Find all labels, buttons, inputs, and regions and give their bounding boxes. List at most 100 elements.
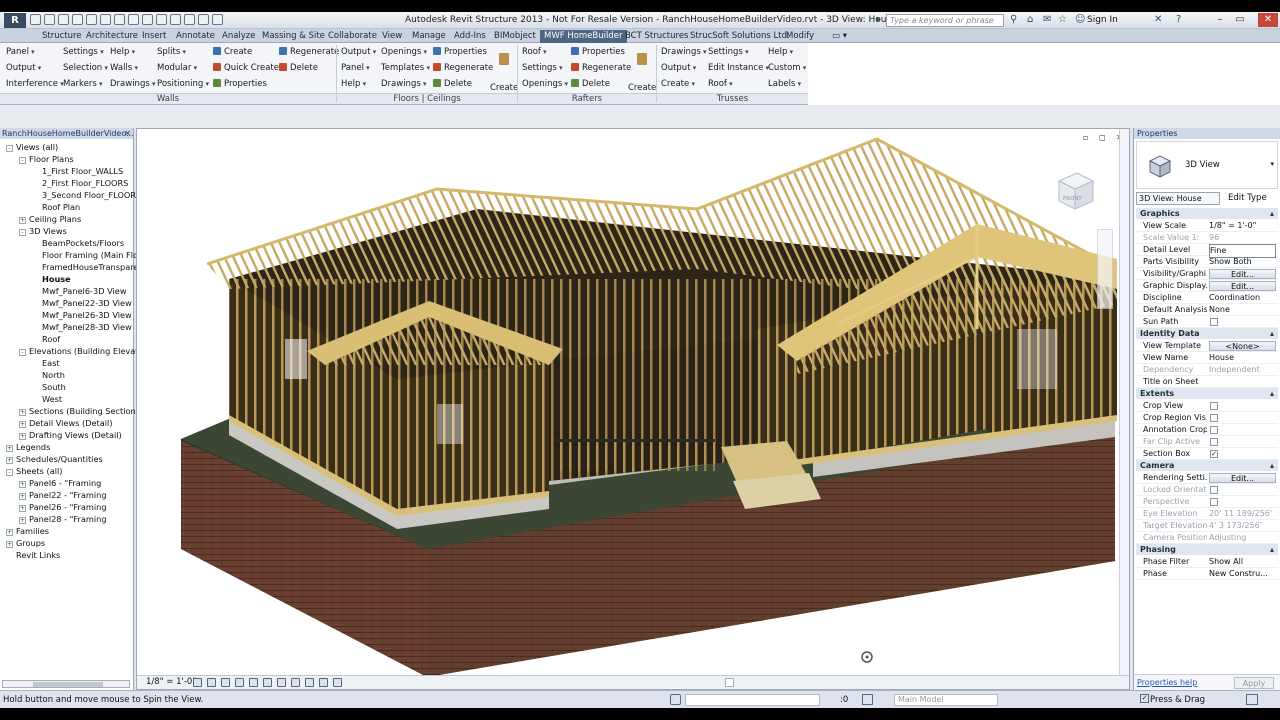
tab-bimobject[interactable]: BIMobject xyxy=(490,30,540,43)
viewport-vertical-scrollbar[interactable] xyxy=(1119,129,1129,677)
collapse-icon[interactable]: - xyxy=(6,145,13,152)
ribbon-item-templates[interactable]: Templates xyxy=(381,63,430,73)
lock-3d-view-icon[interactable] xyxy=(291,678,300,687)
text-icon[interactable] xyxy=(142,14,153,25)
create-button[interactable]: Create xyxy=(490,53,518,93)
ribbon-item-properties[interactable]: Properties xyxy=(571,47,625,57)
ribbon-item-regenerate[interactable]: Regenerate xyxy=(433,63,493,73)
browser-node[interactable]: - Sheets (all) xyxy=(6,465,63,477)
ribbon-item-interference[interactable]: Interference xyxy=(6,79,64,89)
analytical-model-icon[interactable] xyxy=(333,678,342,687)
ribbon-item-openings[interactable]: Openings xyxy=(381,47,427,57)
binoculars-icon[interactable]: ⚲ xyxy=(1010,14,1017,25)
help-icon[interactable]: ? xyxy=(1176,14,1181,25)
ribbon-item-edit-instance[interactable]: Edit Instance xyxy=(708,63,769,73)
tab-bct-structures[interactable]: BCT Structures xyxy=(621,30,692,43)
print-icon[interactable] xyxy=(100,14,111,25)
ribbon-item-labels[interactable]: Labels xyxy=(768,79,801,89)
instance-filter-select[interactable]: 3D View: House xyxy=(1136,192,1220,205)
sign-in-link[interactable]: Sign In xyxy=(1087,15,1118,25)
property-value[interactable]: Show Both xyxy=(1209,256,1276,268)
browser-node[interactable]: + Panel28 - "Framing xyxy=(19,513,107,525)
ribbon-item-settings[interactable]: Settings xyxy=(522,63,563,73)
collapse-icon[interactable]: - xyxy=(19,229,26,236)
expand-icon[interactable]: + xyxy=(6,445,13,452)
close-button[interactable]: ✕ xyxy=(1258,13,1278,27)
tab-modify[interactable]: Modify xyxy=(782,30,818,43)
ribbon-item-settings[interactable]: Settings xyxy=(63,47,104,57)
property-value[interactable]: None xyxy=(1209,304,1276,316)
property-group-header[interactable]: Graphics xyxy=(1136,208,1278,219)
ribbon-item-roof[interactable]: Roof xyxy=(522,47,547,57)
ribbon-item-delete[interactable]: Delete xyxy=(279,63,318,73)
browser-node[interactable]: - Floor Plans xyxy=(19,153,74,165)
property-edit-button[interactable]: Edit... xyxy=(1209,473,1276,483)
expand-icon[interactable]: + xyxy=(19,409,26,416)
minimize-button[interactable]: – xyxy=(1212,13,1228,27)
browser-node[interactable]: 3_Second Floor_FLOOR xyxy=(42,189,136,201)
ribbon-item-regenerate[interactable]: Regenerate xyxy=(279,47,339,57)
browser-node[interactable]: Mwf_Panel22-3D View xyxy=(42,297,132,309)
communication-icon[interactable]: ✉ xyxy=(1043,14,1051,25)
save-icon[interactable] xyxy=(44,14,55,25)
ribbon-item-settings[interactable]: Settings xyxy=(708,47,749,57)
default-3d-view-icon[interactable] xyxy=(156,14,167,25)
worksets-icon[interactable] xyxy=(670,694,681,705)
house-framing-model[interactable] xyxy=(137,129,1130,677)
type-selector[interactable]: 3D View ▾ xyxy=(1136,141,1278,189)
ribbon-item-panel[interactable]: Panel xyxy=(341,63,370,73)
ribbon-item-delete[interactable]: Delete xyxy=(571,79,610,89)
tab-structure[interactable]: Structure xyxy=(38,30,86,43)
workset-select[interactable] xyxy=(685,694,820,706)
ribbon-item-help[interactable]: Help xyxy=(341,79,366,89)
rendering-icon[interactable] xyxy=(249,678,258,687)
expand-icon[interactable]: + xyxy=(19,481,26,488)
browser-node[interactable]: Floor Framing (Main Flc xyxy=(42,249,138,261)
ribbon-item-regenerate[interactable]: Regenerate xyxy=(571,63,631,73)
section-icon[interactable] xyxy=(170,14,181,25)
ribbon-item-output[interactable]: Output xyxy=(661,63,696,73)
property-value[interactable]: 1/8" = 1'-0" xyxy=(1209,220,1276,232)
property-edit-button[interactable]: <None> xyxy=(1209,341,1276,351)
close-hidden-windows-icon[interactable] xyxy=(198,14,209,25)
sync-icon[interactable] xyxy=(58,14,69,25)
visual-style-icon[interactable] xyxy=(207,678,216,687)
thin-lines-icon[interactable] xyxy=(184,14,195,25)
browser-node[interactable]: Revit Links xyxy=(16,549,60,561)
expand-icon[interactable]: + xyxy=(6,529,13,536)
property-value[interactable]: New Constru... xyxy=(1209,568,1276,580)
ribbon-item-properties[interactable]: Properties xyxy=(213,79,267,89)
browser-node[interactable]: + Panel6 - "Framing xyxy=(19,477,101,489)
ribbon-item-splits[interactable]: Splits xyxy=(157,47,186,57)
scrollbar-thumb[interactable] xyxy=(33,682,103,687)
detail-level-icon[interactable] xyxy=(193,678,202,687)
subscription-icon[interactable]: ⌂ xyxy=(1027,14,1033,25)
property-value[interactable]: Show All xyxy=(1209,556,1276,568)
property-value[interactable]: House xyxy=(1209,352,1276,364)
ribbon-item-selection[interactable]: Selection xyxy=(63,63,108,73)
exchange-apps-icon[interactable]: ✕ xyxy=(1154,14,1162,25)
ribbon-item-roof[interactable]: Roof xyxy=(708,79,733,89)
property-value[interactable]: Coordination xyxy=(1209,292,1276,304)
browser-node[interactable]: East xyxy=(42,357,60,369)
temporary-hide-icon[interactable] xyxy=(305,678,314,687)
ribbon-item-output[interactable]: Output xyxy=(6,63,41,73)
browser-node[interactable]: 2_First Floor_FLOORS xyxy=(42,177,128,189)
browser-node[interactable]: + Panel26 - "Framing xyxy=(19,501,107,513)
expand-icon[interactable]: + xyxy=(19,433,26,440)
browser-node[interactable]: Roof Plan xyxy=(42,201,80,213)
tab-view[interactable]: View xyxy=(378,30,406,43)
ribbon-item-markers[interactable]: Markers xyxy=(63,79,103,89)
design-option-select[interactable]: Main Model xyxy=(894,694,998,706)
property-group-header[interactable]: Phasing xyxy=(1136,544,1278,555)
dimension-icon[interactable] xyxy=(128,14,139,25)
tab-collaborate[interactable]: Collaborate xyxy=(324,30,381,43)
browser-node[interactable]: Mwf_Panel6-3D View xyxy=(42,285,127,297)
apply-button[interactable]: Apply xyxy=(1234,677,1274,689)
property-checkbox[interactable] xyxy=(1210,426,1218,434)
close-icon[interactable]: ✕ xyxy=(124,128,131,139)
3d-viewport[interactable]: ▫ ◻ ✕ FRONT 1/8" = 1'-0" xyxy=(136,128,1130,690)
horizontal-scroll-thumb[interactable] xyxy=(725,678,734,687)
redo-icon[interactable] xyxy=(86,14,97,25)
ribbon-item-create[interactable]: Create xyxy=(661,79,695,89)
